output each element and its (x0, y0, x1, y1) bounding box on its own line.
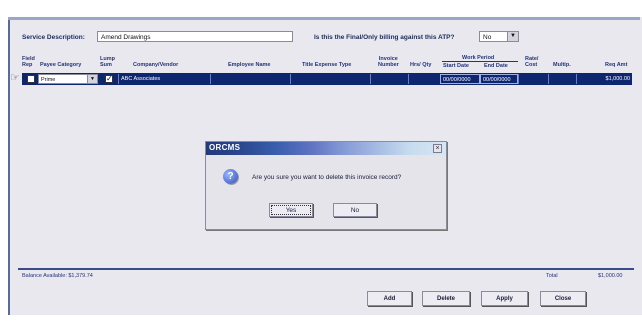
no-button[interactable]: No (333, 203, 377, 217)
table-row[interactable]: Prime ▼ ✓ ABC Associates 00/00/0000 00/0… (22, 73, 632, 85)
header-invoice-line2: Number (378, 62, 399, 68)
header-hrs-qty: Hrs/ Qty (410, 62, 432, 68)
invoice-number-cell[interactable] (370, 74, 408, 84)
apply-button[interactable]: Apply (481, 291, 528, 306)
footer-divider (18, 268, 634, 270)
employee-name-cell[interactable] (210, 74, 290, 84)
header-rate-cost-line2: Cost (525, 62, 538, 68)
header-start-date: Start Date (443, 63, 469, 69)
multip-cell[interactable] (548, 74, 576, 84)
field-rep-checkbox[interactable] (27, 75, 35, 83)
check-icon: ✓ (106, 74, 113, 83)
header-lump-sum: Lump Sum (100, 56, 115, 68)
confirm-delete-dialog: ORCMS × ? Are you sure you want to delet… (205, 141, 447, 230)
payee-category-value: Prime (41, 77, 56, 83)
close-icon[interactable]: × (433, 144, 442, 153)
final-billing-value: No (483, 34, 492, 41)
title-expense-type-cell[interactable] (290, 74, 370, 84)
final-billing-select[interactable]: No ▼ (479, 31, 519, 42)
work-period-divider (442, 61, 518, 62)
header-employee-name: Employee Name (228, 62, 271, 68)
header-field-rep-line2: Rep (22, 62, 33, 68)
dialog-titlebar[interactable]: ORCMS × (206, 142, 446, 155)
chevron-down-icon[interactable]: ▼ (507, 32, 518, 41)
service-description-label: Service Description: (22, 34, 85, 41)
end-date-cell[interactable]: 00/00/0000 (480, 74, 518, 84)
chevron-down-icon[interactable]: ▼ (87, 75, 97, 83)
top-border (8, 17, 640, 20)
balance-available: Balance Available: $1,379.74 (22, 273, 93, 279)
final-billing-label: Is this the Final/Only billing against t… (314, 34, 455, 41)
header-lump-sum-line2: Sum (100, 62, 112, 68)
rate-cost-cell[interactable] (518, 74, 548, 84)
yes-button[interactable]: Yes (269, 203, 313, 217)
req-amt-cell[interactable]: $1,000.00 (576, 74, 632, 84)
question-icon: ? (223, 169, 238, 184)
lump-sum-checkbox[interactable]: ✓ (105, 74, 113, 83)
header-payee-category: Payee Category (40, 62, 82, 68)
header-title-expense-type: Title Expense Type (302, 62, 352, 68)
delete-button[interactable]: Delete (422, 291, 470, 306)
dialog-title: ORCMS (209, 143, 241, 152)
payee-category-select[interactable]: Prime ▼ (38, 74, 98, 84)
header-end-date: End Date (484, 63, 508, 69)
header-field-rep: Field Rep (22, 56, 35, 68)
service-description-input[interactable]: Amend Drawings (97, 31, 293, 42)
header-invoice-number: Invoice Number (378, 56, 399, 68)
start-date-cell[interactable]: 00/00/0000 (440, 74, 480, 84)
hand-pointer-icon: ☞ (10, 72, 20, 84)
header-company-vendor: Company/Vendor (133, 62, 179, 68)
total-label: Total (546, 273, 558, 279)
hrs-qty-cell[interactable] (408, 74, 440, 84)
header-multip: Multip. (553, 62, 571, 68)
company-vendor-cell[interactable]: ABC Associates (118, 74, 210, 84)
add-button[interactable]: Add (367, 291, 412, 306)
close-button[interactable]: Close (540, 291, 586, 306)
total-value: $1,000.00 (598, 273, 623, 279)
header-rate-cost: Rate/ Cost (525, 56, 538, 68)
dialog-message: Are you sure you want to delete this inv… (252, 174, 402, 181)
header-req-amt: Req Amt (605, 62, 628, 68)
